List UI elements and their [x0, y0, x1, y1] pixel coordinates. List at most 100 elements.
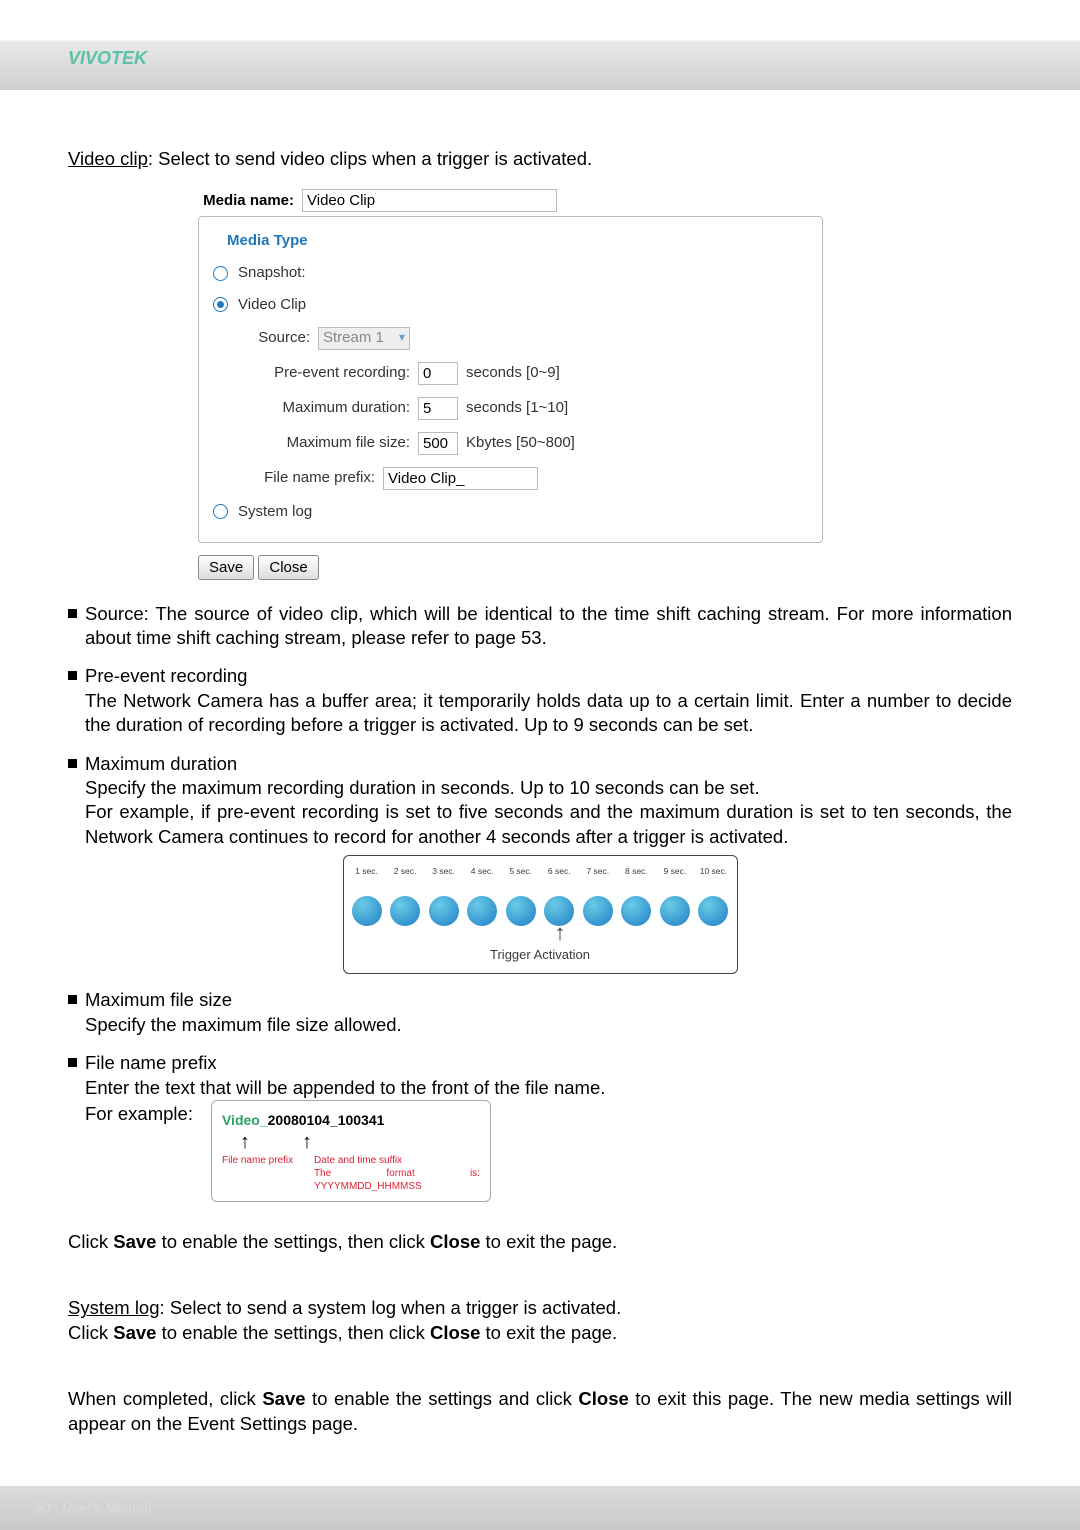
bullet-source: Source: The source of video clip, which … — [68, 602, 1012, 651]
arrow-up-icon: ↑ — [240, 1132, 250, 1152]
bullet-icon — [68, 995, 77, 1004]
sec-label: 10 sec. — [700, 866, 727, 896]
dot-icon — [506, 896, 536, 926]
example-label-suffix-a: Date and time suffix — [314, 1155, 402, 1166]
prefix-label: File name prefix: — [253, 468, 383, 488]
bullet-maxduration: Maximum duration Specify the maximum rec… — [68, 752, 1012, 850]
system-log-line: System log: Select to send a system log … — [68, 1296, 1012, 1345]
brand-label: VIVOTEK — [68, 48, 147, 68]
bullet-icon — [68, 671, 77, 680]
prefix-row: File name prefix: — [253, 461, 808, 496]
diagram-caption: Trigger Activation — [352, 946, 729, 963]
intro-label: Video clip — [68, 148, 148, 169]
media-type-fieldset: Media Type Snapshot: Video Clip Source: … — [198, 216, 823, 542]
maxfilesize-row: Maximum file size: Kbytes [50~800] — [253, 426, 808, 461]
button-bar: Save Close — [198, 555, 823, 580]
dot-icon — [429, 896, 459, 926]
sec-label: 5 sec. — [509, 866, 532, 896]
maxduration-row: Maximum duration: seconds [1~10] — [253, 391, 808, 426]
intro-text: : Select to send video clips when a trig… — [148, 148, 592, 169]
arrow-up-icon: ↑ — [302, 1132, 312, 1152]
bullet-icon — [68, 1058, 77, 1067]
bullet-prefix-b1: Enter the text that will be appended to … — [85, 1076, 1012, 1100]
radio-icon — [213, 297, 228, 312]
click-save-close-1: Click Save to enable the settings, then … — [68, 1230, 1012, 1254]
source-row: Source: Stream 1 ▾ — [253, 321, 808, 356]
media-name-label: Media name: — [198, 191, 302, 211]
page-header: VIVOTEK — [0, 0, 1080, 90]
dot-icon — [467, 896, 497, 926]
dot-icon — [621, 896, 651, 926]
bullet-icon — [68, 759, 77, 768]
bullet-icon — [68, 609, 77, 618]
bullet-preevent: Pre-event recording The Network Camera h… — [68, 664, 1012, 737]
radio-systemlog-row[interactable]: System log — [213, 496, 808, 528]
bullet-prefix-heading: File name prefix — [85, 1051, 1012, 1075]
maxduration-label: Maximum duration: — [253, 398, 418, 418]
source-select[interactable]: Stream 1 ▾ — [318, 327, 410, 350]
trigger-diagram: 1 sec. 2 sec. 3 sec. 4 sec. 5 sec. 6 sec… — [343, 855, 738, 974]
save-button[interactable]: Save — [198, 555, 254, 580]
source-label: Source: — [253, 328, 318, 348]
example-filename: Video_20080104_100341 — [222, 1111, 480, 1129]
bullet-maxfilesize-heading: Maximum file size — [85, 988, 1012, 1012]
bullet-preevent-body: The Network Camera has a buffer area; it… — [85, 689, 1012, 738]
bullet-preevent-heading: Pre-event recording — [85, 664, 1012, 688]
sec-label: 1 sec. — [355, 866, 378, 896]
bullet-prefix: File name prefix Enter the text that wil… — [68, 1051, 1012, 1202]
prefix-input[interactable] — [383, 467, 538, 490]
body-text: Source: The source of video clip, which … — [68, 602, 1012, 1437]
close-button[interactable]: Close — [258, 555, 318, 580]
bullet-maxduration-b2: For example, if pre-event recording is s… — [85, 800, 1012, 849]
sec-label: 8 sec. — [625, 866, 648, 896]
sec-label: 6 sec. — [548, 866, 571, 896]
radio-systemlog-label: System log — [238, 502, 312, 522]
videoclip-options: Source: Stream 1 ▾ Pre-event recording: … — [213, 321, 808, 496]
sec-label: 2 sec. — [394, 866, 417, 896]
dot-icon — [352, 896, 382, 926]
diagram-dots: 1 sec. 2 sec. 3 sec. 4 sec. 5 sec. 6 sec… — [352, 866, 729, 926]
sec-label: 3 sec. — [432, 866, 455, 896]
radio-icon — [213, 504, 228, 519]
page-body: Video clip: Select to send video clips w… — [0, 90, 1080, 1436]
dot-icon — [390, 896, 420, 926]
source-value: Stream 1 — [323, 328, 384, 348]
preevent-input[interactable] — [418, 362, 458, 385]
radio-snapshot-row[interactable]: Snapshot: — [213, 257, 808, 289]
bullet-maxfilesize-body: Specify the maximum file size allowed. — [85, 1013, 1012, 1037]
dot-icon — [698, 896, 728, 926]
preevent-row: Pre-event recording: seconds [0~9] — [253, 356, 808, 391]
radio-snapshot-label: Snapshot: — [238, 263, 306, 283]
radio-icon — [213, 266, 228, 281]
maxduration-input[interactable] — [418, 397, 458, 420]
example-label-suffix-b: The format is: YYYYMMDD_HHMMSS — [314, 1168, 480, 1192]
preevent-suffix: seconds [0~9] — [458, 363, 560, 383]
radio-videoclip-label: Video Clip — [238, 295, 306, 315]
maxfilesize-label: Maximum file size: — [253, 433, 418, 453]
intro-line: Video clip: Select to send video clips w… — [68, 147, 1012, 171]
example-label-prefix: File name prefix — [222, 1154, 314, 1194]
sec-label: 9 sec. — [664, 866, 687, 896]
bullet-maxduration-b1: Specify the maximum recording duration i… — [85, 776, 1012, 800]
bullet-maxduration-heading: Maximum duration — [85, 752, 1012, 776]
bullet-maxfilesize: Maximum file size Specify the maximum fi… — [68, 988, 1012, 1037]
dot-icon — [583, 896, 613, 926]
example-suffix: 20080104_100341 — [268, 1112, 385, 1128]
preevent-label: Pre-event recording: — [253, 363, 418, 383]
radio-videoclip-row[interactable]: Video Clip — [213, 289, 808, 321]
maxfilesize-input[interactable] — [418, 432, 458, 455]
system-log-label: System log — [68, 1297, 160, 1318]
page-footer: 90 - User's Manual — [0, 1486, 1080, 1530]
sec-label: 4 sec. — [471, 866, 494, 896]
media-name-row: Media name: — [198, 189, 823, 212]
footer-text: 90 - User's Manual — [34, 1500, 151, 1516]
media-name-input[interactable] — [302, 189, 557, 212]
bullet-prefix-b2: For example: — [85, 1102, 193, 1126]
maxfilesize-suffix: Kbytes [50~800] — [458, 433, 575, 453]
maxduration-suffix: seconds [1~10] — [458, 398, 568, 418]
sec-label: 7 sec. — [586, 866, 609, 896]
example-prefix: Video_ — [222, 1112, 268, 1128]
filename-example: Video_20080104_100341 ↑ ↑ File name pref… — [211, 1100, 491, 1202]
media-panel: Media name: Media Type Snapshot: Video C… — [198, 189, 823, 579]
chevron-down-icon: ▾ — [399, 330, 405, 346]
